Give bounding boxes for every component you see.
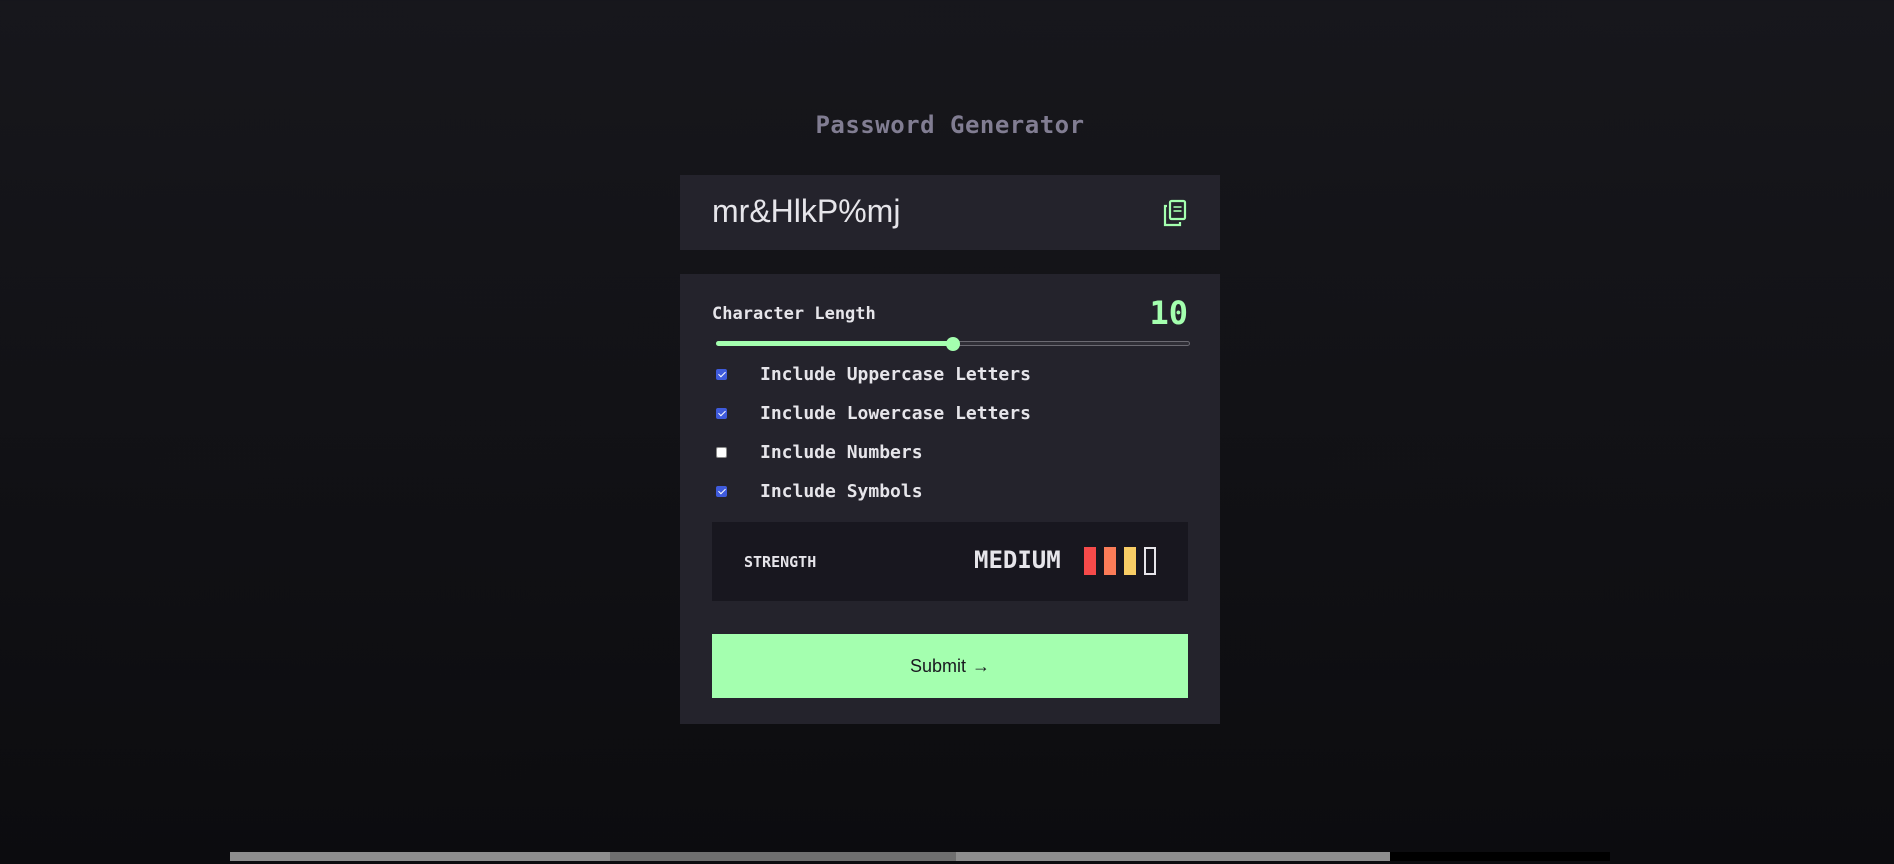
slider-fill	[716, 341, 953, 346]
option-symbols[interactable]: Include Symbols	[716, 480, 923, 502]
settings-panel: Character Length 10 Include Uppercase Le…	[680, 274, 1220, 724]
password-display: mr&HlkP%mj	[680, 175, 1220, 250]
submit-label: Submit	[909, 655, 967, 676]
scrollbar-end	[1390, 852, 1610, 861]
symbols-label: Include Symbols	[760, 480, 923, 502]
submit-button[interactable]: Submit →	[712, 634, 1188, 698]
option-lowercase[interactable]: Include Lowercase Letters	[716, 402, 1031, 424]
strength-bar	[1144, 547, 1156, 575]
strength-bar	[1084, 547, 1096, 575]
horizontal-scrollbar[interactable]	[0, 850, 1894, 864]
slider-thumb[interactable]	[946, 337, 960, 351]
numbers-label: Include Numbers	[760, 441, 923, 463]
length-label: Character Length	[712, 304, 876, 324]
password-text: mr&HlkP%mj	[712, 193, 901, 229]
strength-bars	[1084, 547, 1156, 575]
symbols-checkbox[interactable]	[716, 485, 727, 497]
uppercase-checkbox[interactable]	[716, 368, 727, 380]
lowercase-checkbox[interactable]	[716, 407, 727, 419]
uppercase-label: Include Uppercase Letters	[760, 363, 1031, 385]
strength-bar	[1124, 547, 1136, 575]
option-uppercase[interactable]: Include Uppercase Letters	[716, 363, 1031, 385]
option-numbers[interactable]: Include Numbers	[716, 441, 923, 463]
strength-bar	[1104, 547, 1116, 575]
lowercase-label: Include Lowercase Letters	[760, 402, 1031, 424]
page-title: Password Generator	[815, 111, 1085, 139]
numbers-checkbox[interactable]	[716, 446, 727, 458]
strength-meter: STRENGTH MEDIUM	[712, 522, 1188, 601]
copy-icon[interactable]	[1162, 199, 1188, 227]
strength-value: MEDIUM	[974, 546, 1061, 574]
strength-label: STRENGTH	[744, 553, 817, 571]
arrow-right-icon: →	[972, 655, 991, 676]
length-slider[interactable]	[716, 337, 1190, 351]
scrollbar-thumb[interactable]	[610, 852, 956, 861]
length-value: 10	[1149, 294, 1188, 332]
